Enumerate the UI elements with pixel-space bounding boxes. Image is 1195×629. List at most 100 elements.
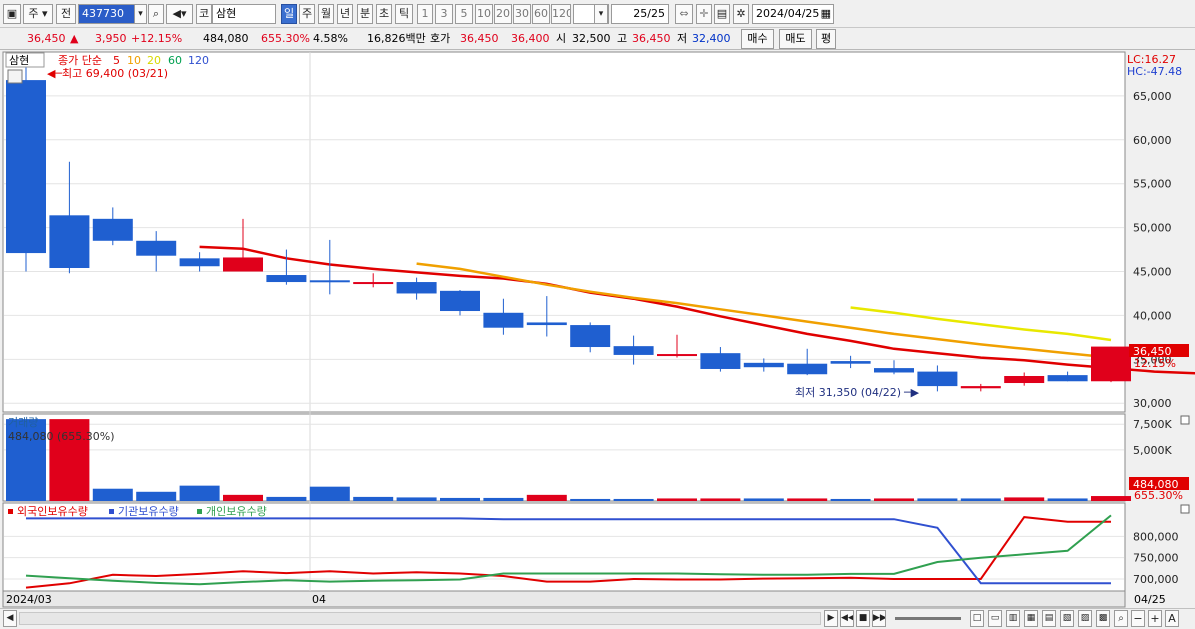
stock-name-field[interactable]: 삼현: [212, 4, 276, 24]
crosshair-icon[interactable]: ✛: [696, 4, 712, 24]
speed-slider[interactable]: [895, 617, 961, 620]
volume-bar[interactable]: [570, 498, 611, 501]
volume-bar[interactable]: [136, 491, 177, 501]
volume-bar[interactable]: [743, 498, 784, 501]
stock-code-input[interactable]: 437730: [78, 4, 136, 24]
interval-5[interactable]: 5: [455, 4, 473, 24]
candle-body[interactable]: [613, 346, 654, 355]
candle-body[interactable]: [396, 282, 437, 294]
window7-icon[interactable]: ▨: [1078, 610, 1092, 627]
save-icon[interactable]: ▤: [714, 4, 730, 24]
interval-10[interactable]: 10: [475, 4, 493, 24]
period-year[interactable]: 년: [337, 4, 353, 24]
period-tick[interactable]: 틱: [395, 4, 413, 24]
rewind-icon[interactable]: ◀◀: [840, 610, 854, 627]
zoom-out-icon[interactable]: −: [1131, 610, 1145, 627]
bottom-scrollbar[interactable]: ◀ ▶ ◀◀ ■ ▶▶ □ ▭ ▥ ▦ ▤ ▧ ▨ ▩ ⌕ − + A: [0, 608, 1195, 629]
candle-body[interactable]: [874, 368, 914, 373]
period-minute[interactable]: 분: [357, 4, 373, 24]
count-field[interactable]: 25/25: [611, 4, 669, 24]
price-panel[interactable]: [2, 51, 1126, 413]
volume-bar[interactable]: [1004, 497, 1045, 501]
window2-icon[interactable]: ▭: [988, 610, 1002, 627]
stop-icon[interactable]: ■: [856, 610, 870, 627]
candle-body[interactable]: [179, 258, 220, 267]
candle-body[interactable]: [1004, 376, 1045, 384]
window4-icon[interactable]: ▦: [1024, 610, 1038, 627]
period-day[interactable]: 일: [281, 4, 297, 24]
candle-body[interactable]: [353, 282, 394, 285]
volume-bar[interactable]: [353, 496, 394, 501]
prev-button[interactable]: 전: [56, 4, 76, 24]
volume-bar[interactable]: [917, 498, 958, 501]
zoom-icon[interactable]: ⌕: [1114, 610, 1128, 627]
period-second[interactable]: 초: [376, 4, 392, 24]
candle-body[interactable]: [1091, 346, 1131, 382]
volume-bar[interactable]: [960, 498, 1001, 501]
scroll-right-icon[interactable]: ▶: [824, 610, 838, 627]
interval-dropdown-icon[interactable]: ▾: [594, 4, 608, 24]
candle-body[interactable]: [92, 218, 133, 241]
buy-button[interactable]: 매수: [741, 29, 774, 49]
calendar-icon[interactable]: ▦: [821, 5, 831, 23]
period-month[interactable]: 월: [318, 4, 334, 24]
candle-body[interactable]: [787, 363, 828, 375]
candle-body[interactable]: [136, 240, 177, 256]
candle-body[interactable]: [657, 354, 697, 357]
volume-bar[interactable]: [700, 498, 741, 501]
window8-icon[interactable]: ▩: [1096, 610, 1110, 627]
volume-bar[interactable]: [874, 498, 914, 501]
candle-body[interactable]: [743, 362, 784, 368]
candle-body[interactable]: [266, 275, 307, 283]
interval-1[interactable]: 1: [417, 4, 433, 24]
candle-body[interactable]: [49, 215, 90, 268]
window1-icon[interactable]: □: [970, 610, 984, 627]
window3-icon[interactable]: ▥: [1006, 610, 1020, 627]
code-dropdown-icon[interactable]: ▾: [134, 4, 147, 24]
forward-icon[interactable]: ▶▶: [872, 610, 886, 627]
candle-body[interactable]: [830, 361, 871, 364]
volume-bar[interactable]: [613, 498, 654, 501]
volume-bar[interactable]: [266, 496, 307, 501]
interval-3[interactable]: 3: [435, 4, 453, 24]
volume-panel-close-icon[interactable]: [1180, 415, 1190, 425]
stock-chart[interactable]: 30,00035,00040,00045,00050,00055,00060,0…: [0, 50, 1195, 608]
sell-button[interactable]: 매도: [779, 29, 812, 49]
layout-icon[interactable]: ▣: [3, 4, 21, 24]
candle-body[interactable]: [6, 80, 46, 254]
date-field[interactable]: 2024/04/25 ▦: [752, 4, 834, 24]
candle-body[interactable]: [1047, 375, 1088, 382]
scroll-left-icon[interactable]: ◀: [3, 610, 17, 627]
volume-bar[interactable]: [787, 498, 828, 501]
volume-bar[interactable]: [526, 494, 567, 501]
holding-panel-close-icon[interactable]: [1180, 504, 1190, 514]
interval-30[interactable]: 30: [513, 4, 531, 24]
candle-body[interactable]: [570, 325, 611, 348]
candle-body[interactable]: [483, 312, 524, 328]
gear-icon[interactable]: ✲: [733, 4, 749, 24]
link-icon[interactable]: ⇔: [675, 4, 693, 24]
volume-bar[interactable]: [1047, 498, 1088, 501]
speaker-icon[interactable]: ◀▾: [166, 4, 193, 24]
candle-body[interactable]: [309, 280, 350, 283]
search-icon[interactable]: ⌕: [148, 4, 164, 24]
volume-bar[interactable]: [483, 497, 524, 501]
font-size-icon[interactable]: A: [1165, 610, 1179, 627]
candle-body[interactable]: [917, 371, 958, 387]
window6-icon[interactable]: ▧: [1060, 610, 1074, 627]
candle-body[interactable]: [440, 290, 480, 312]
volume-bar[interactable]: [396, 497, 437, 501]
volume-panel[interactable]: [2, 413, 1126, 502]
candle-body[interactable]: [223, 257, 263, 272]
volume-bar[interactable]: [657, 498, 697, 501]
window5-icon[interactable]: ▤: [1042, 610, 1056, 627]
eval-button[interactable]: 평: [816, 29, 836, 49]
scroll-track[interactable]: [19, 612, 821, 625]
volume-bar[interactable]: [440, 497, 480, 501]
volume-bar[interactable]: [309, 486, 350, 501]
mode-dropdown[interactable]: 주 ▾: [23, 4, 53, 24]
volume-bar[interactable]: [223, 494, 263, 501]
interval-60[interactable]: 60: [532, 4, 550, 24]
interval-120[interactable]: 120: [551, 4, 571, 24]
interval-20[interactable]: 20: [494, 4, 512, 24]
